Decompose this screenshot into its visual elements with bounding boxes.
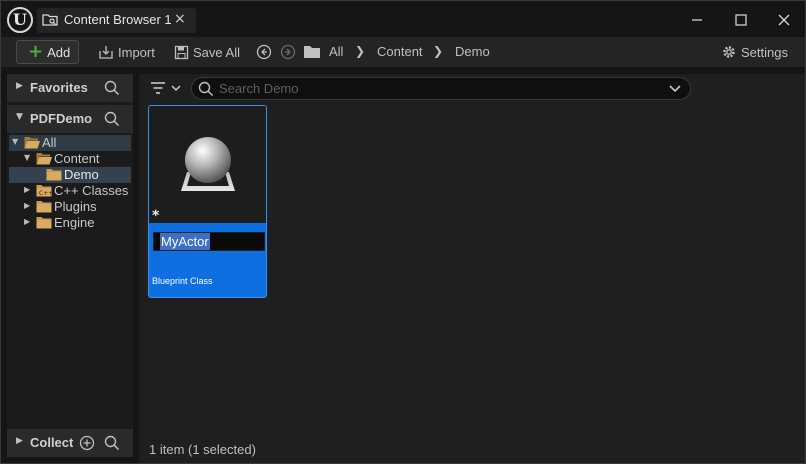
- open-folder-icon: [36, 153, 52, 165]
- close-tab-icon[interactable]: ×: [174, 11, 186, 27]
- collections-header[interactable]: ▶ Collect: [7, 429, 133, 457]
- search-icon: [198, 81, 214, 97]
- blueprint-sphere-icon: [181, 137, 235, 191]
- asset-view: Search Demo * MyActor Blueprint Class 1 …: [139, 74, 805, 463]
- asset-name-input[interactable]: MyActor: [153, 232, 265, 251]
- collapsed-arrow-icon: ▶: [16, 81, 23, 91]
- collapsed-arrow-icon: ▶: [16, 436, 23, 446]
- expanded-arrow-icon: ▼: [24, 153, 31, 162]
- asset-name-text: MyActor: [160, 233, 210, 250]
- folder-icon: [36, 217, 52, 229]
- import-icon: [99, 46, 113, 59]
- tree-item-all[interactable]: ▼ All: [9, 135, 131, 151]
- folder-icon: [36, 201, 52, 213]
- favorites-label: Favorites: [30, 80, 88, 95]
- collapsed-arrow-icon: ▶: [24, 201, 31, 210]
- collapsed-arrow-icon: ▶: [24, 217, 31, 226]
- breadcrumb-chevron-icon[interactable]: ❯: [433, 44, 443, 58]
- title-bar: U Content Browser 1 ×: [1, 1, 805, 38]
- toolbar: + Add Import Save All All ❯ Content ❯ De…: [1, 37, 805, 67]
- svg-text:C++: C++: [39, 190, 52, 197]
- filter-button[interactable]: [149, 79, 183, 97]
- minimize-icon[interactable]: [687, 10, 707, 30]
- settings-button-label: Settings: [741, 44, 788, 60]
- tree-item-label: Engine: [54, 215, 95, 230]
- add-collection-icon[interactable]: [79, 435, 95, 451]
- plus-icon: +: [28, 41, 44, 62]
- tab-content-browser[interactable]: Content Browser 1 ×: [37, 8, 196, 33]
- tree-item-demo[interactable]: Demo: [9, 167, 131, 183]
- project-header[interactable]: ▼ PDFDemo: [7, 105, 133, 133]
- maximize-icon[interactable]: [731, 10, 751, 30]
- content-browser-window: U Content Browser 1 × + Add Import Save …: [0, 0, 806, 464]
- import-button-label: Import: [118, 44, 155, 60]
- import-button[interactable]: Import: [98, 40, 155, 64]
- sources-panel: ▶ Favorites ▼ PDFDemo ▼ All ▼ Content De…: [7, 74, 133, 457]
- cpp-folder-icon: C++: [36, 185, 52, 197]
- status-text: 1 item (1 selected): [149, 442, 256, 457]
- add-button-label: Add: [47, 44, 71, 60]
- tree-item-plugins[interactable]: ▶ Plugins: [9, 199, 131, 215]
- tree-item-label: Plugins: [54, 199, 97, 214]
- save-icon: [174, 45, 189, 59]
- forward-arrow-icon[interactable]: [280, 44, 296, 60]
- tree-item-content[interactable]: ▼ Content: [9, 151, 131, 167]
- unreal-logo-icon: U: [7, 7, 33, 33]
- breadcrumb-chevron-icon[interactable]: ❯: [355, 44, 365, 58]
- filter-icon: [151, 82, 181, 94]
- search-placeholder: Search Demo: [219, 81, 299, 96]
- asset-thumbnail: *: [149, 106, 266, 224]
- tree-item-cpp-classes[interactable]: ▶ C++ C++ Classes: [9, 183, 131, 199]
- tree-item-label: C++ Classes: [54, 183, 129, 198]
- breadcrumb-all[interactable]: All: [329, 44, 343, 59]
- tree-item-engine[interactable]: ▶ Engine: [9, 215, 131, 231]
- expanded-arrow-icon: ▼: [12, 137, 19, 146]
- expanded-arrow-icon: ▼: [16, 112, 23, 122]
- tab-title: Content Browser 1: [64, 12, 172, 27]
- settings-button[interactable]: Settings: [721, 40, 788, 64]
- save-all-button-label: Save All: [193, 44, 240, 60]
- back-arrow-icon[interactable]: [256, 44, 272, 60]
- add-button[interactable]: + Add: [16, 40, 79, 64]
- content-browser-icon: [42, 14, 58, 26]
- folder-icon[interactable]: [303, 44, 321, 59]
- unsaved-marker: *: [152, 208, 160, 224]
- folder-tree: ▼ All ▼ Content Demo ▶ C++ C++ Classes ▶…: [9, 135, 131, 231]
- folder-icon: [46, 169, 62, 181]
- gear-icon: [723, 46, 735, 58]
- breadcrumb-content[interactable]: Content: [377, 44, 423, 59]
- asset-type-label: Blueprint Class: [152, 276, 213, 286]
- favorites-header[interactable]: ▶ Favorites: [7, 74, 133, 102]
- search-icon[interactable]: [104, 111, 120, 127]
- collections-label: Collect: [30, 435, 74, 450]
- tree-item-label: Demo: [64, 167, 99, 182]
- collapsed-arrow-icon: ▶: [24, 185, 31, 194]
- search-input[interactable]: Search Demo: [191, 77, 691, 100]
- chevron-down-icon[interactable]: [668, 81, 682, 95]
- open-folder-icon: [24, 137, 40, 149]
- save-all-button[interactable]: Save All: [174, 40, 240, 64]
- search-icon[interactable]: [104, 435, 120, 451]
- breadcrumb-demo[interactable]: Demo: [455, 44, 490, 59]
- project-label: PDFDemo: [30, 111, 93, 126]
- tree-item-label: All: [42, 135, 57, 150]
- asset-tile-myactor[interactable]: * MyActor Blueprint Class: [148, 105, 267, 298]
- tree-item-label: Content: [54, 151, 100, 166]
- close-window-icon[interactable]: [774, 10, 794, 30]
- search-icon[interactable]: [104, 80, 120, 96]
